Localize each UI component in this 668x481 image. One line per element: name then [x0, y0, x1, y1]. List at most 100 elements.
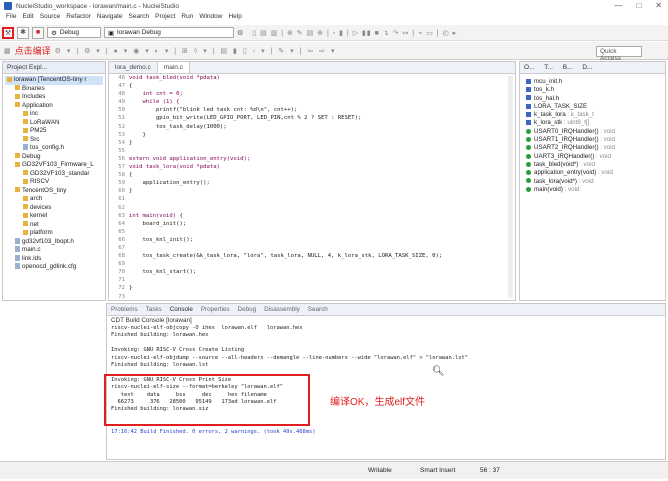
code-text: while (1) {	[129, 99, 180, 106]
quick-access-input[interactable]: Quick Access	[596, 46, 642, 62]
outline-item[interactable]: main(void) : void	[526, 186, 659, 194]
tab-t[interactable]: T...	[544, 64, 553, 71]
toolbar-misc-icons-2[interactable]: ▦	[4, 47, 11, 55]
line-number: 50	[118, 107, 125, 114]
toolbar-misc-icons[interactable]: ▯ ▤ ▥ | ⊕ ✎ ▤ ⊕ | ▫ ▮ | ▷ ▮▮ ■ ↴ ↷ ↦ | ⌁…	[252, 29, 457, 37]
console-tab[interactable]: Properties	[201, 306, 230, 313]
code-text: {	[129, 172, 133, 179]
tree-item[interactable]: Src	[5, 136, 103, 145]
outline-item[interactable]: k_task_lora : k_task_t	[526, 111, 659, 119]
tree-item-label: lorawan [TencentOS-tiny r	[14, 76, 87, 83]
tree-item[interactable]: PM25	[5, 127, 103, 136]
menu-file[interactable]: File	[6, 13, 16, 23]
build-annotation: 点击编译	[14, 46, 51, 56]
code-text: int cnt = 0;	[129, 91, 183, 98]
menu-search[interactable]: Search	[129, 13, 150, 23]
code-body[interactable]: 46 void task_bled(void *pdata) 47 {48 int c…	[109, 74, 515, 301]
outline-item[interactable]: LORA_TASK_SIZE	[526, 103, 659, 111]
config-settings-icon[interactable]: ⚙	[237, 29, 243, 37]
line-number: 60	[118, 188, 125, 195]
tab-d[interactable]: D...	[582, 64, 592, 71]
menu-navigate[interactable]: Navigate	[97, 13, 123, 23]
outline-item[interactable]: application_entry(void) : void	[526, 169, 659, 177]
outline-item-label: k_lora_stk	[534, 119, 563, 127]
outline-item[interactable]: USART1_IRQHandler() : void	[526, 136, 659, 144]
outline-item[interactable]: k_lora_stk : uint8_t[]	[526, 119, 659, 127]
console-tab[interactable]: Disassembly	[264, 306, 300, 313]
console-tab[interactable]: Console	[170, 306, 193, 313]
tab-lora-demo[interactable]: lora_demo.c	[109, 62, 158, 73]
outline-item-type: : void	[598, 144, 616, 152]
tree-item[interactable]: Binaries	[5, 85, 103, 94]
menu-edit[interactable]: Edit	[22, 13, 33, 23]
tree-item-label: Application	[22, 101, 53, 109]
code-line: 73	[111, 293, 515, 301]
tree-item[interactable]: lorawan [TencentOS-tiny r	[5, 76, 103, 85]
console-tab[interactable]: Problems	[111, 306, 138, 313]
stop-icon[interactable]: ■	[32, 26, 44, 39]
maximize-button[interactable]: □	[636, 1, 641, 10]
tree-item[interactable]: RISCV	[5, 178, 103, 187]
code-line: 53 }	[111, 131, 515, 139]
console-tab[interactable]: Search	[308, 306, 328, 313]
status-bar: Writable Smart Insert 56 : 37	[0, 461, 668, 479]
editor-scrollbar[interactable]	[508, 76, 513, 298]
tree-item-label: tos_config.h	[30, 144, 64, 151]
toolbar-misc-icons-3[interactable]: ⚙ ▾ | ⚙ ▾ | ● ▾ ◉ ▾ ◐ ▾ | ⊞ ◊ ▾ | ▤ ▮ ▯ …	[55, 47, 337, 55]
config-combo[interactable]: ▣ lorawan Debug	[104, 27, 234, 38]
outline-item[interactable]: tos_hal.h	[526, 95, 659, 103]
function-icon	[526, 170, 531, 176]
tree-item[interactable]: inc	[5, 110, 103, 119]
console-tab[interactable]: Debug	[238, 306, 257, 313]
menu-project[interactable]: Project	[155, 13, 175, 23]
debug-icon[interactable]: ✱	[17, 26, 29, 39]
code-text: gpio_bit_write(LED_GPIO_PORT, LED_PIN,cn…	[129, 115, 362, 122]
tree-item-label: gd32vf103_lbopt.h	[22, 237, 74, 245]
tree-item[interactable]: tos_config.h	[5, 144, 103, 153]
line-number: 64	[118, 220, 125, 227]
tab-b[interactable]: B...	[563, 64, 573, 71]
menu-refactor[interactable]: Refactor	[66, 13, 91, 23]
outline-item[interactable]: UART3_IRQHandler() : void	[526, 153, 659, 161]
tree-item[interactable]: GD32VF103_standar	[5, 170, 103, 179]
menu-window[interactable]: Window	[199, 13, 222, 23]
tree-item[interactable]: Application	[5, 102, 103, 111]
project-explorer-tab[interactable]: Project Expl...	[3, 62, 105, 74]
outline-item[interactable]: USART0_IRQHandler() : void	[526, 128, 659, 136]
outline-item[interactable]: task_bled(void*) : void	[526, 161, 659, 169]
tree-item[interactable]: devices	[5, 204, 103, 213]
tab-outline[interactable]: O...	[524, 64, 534, 71]
tree-item[interactable]: Debug	[5, 153, 103, 162]
outline-item[interactable]: tos_k.h	[526, 86, 659, 94]
build-hammer-icon[interactable]: ⚒	[2, 26, 14, 39]
menu-help[interactable]: Help	[228, 13, 241, 23]
tree-item[interactable]: kernel	[5, 212, 103, 221]
tree-item[interactable]: main.c	[5, 246, 103, 255]
tree-item[interactable]: LoRaWAN	[5, 119, 103, 128]
tree-item[interactable]: link.lds	[5, 255, 103, 264]
tree-item[interactable]: net	[5, 221, 103, 230]
tree-item[interactable]: TencentOS_tiny	[5, 187, 103, 196]
code-text: void task_lora(void *pdata)	[129, 164, 220, 171]
tree-item[interactable]: arch	[5, 195, 103, 204]
line-number: 68	[118, 253, 125, 260]
mode-combo[interactable]: ⚙ Debug	[47, 27, 101, 38]
code-line: 66 tos_knl_init();	[111, 236, 515, 244]
tree-item[interactable]: GD32VF103_Firmware_L	[5, 161, 103, 170]
line-number: 61	[118, 196, 125, 203]
outline-item[interactable]: task_lora(void*) : void	[526, 178, 659, 186]
outline-item[interactable]: mcu_init.h	[526, 78, 659, 86]
close-button[interactable]: ✕	[655, 1, 662, 10]
tree-item[interactable]: gd32vf103_lbopt.h	[5, 238, 103, 247]
folder-icon	[15, 187, 20, 193]
outline-item[interactable]: USART2_IRQHandler() : void	[526, 144, 659, 152]
tree-item[interactable]: openocd_gdlink.cfg	[5, 263, 103, 272]
console-tab[interactable]: Tasks	[146, 306, 162, 313]
menu-run[interactable]: Run	[181, 13, 193, 23]
menu-source[interactable]: Source	[40, 13, 61, 23]
minimize-button[interactable]: —	[614, 1, 622, 10]
tab-main-c[interactable]: main.c	[157, 62, 190, 73]
tree-item[interactable]: Includes	[5, 93, 103, 102]
folder-icon	[15, 93, 20, 99]
tree-item[interactable]: platform	[5, 229, 103, 238]
